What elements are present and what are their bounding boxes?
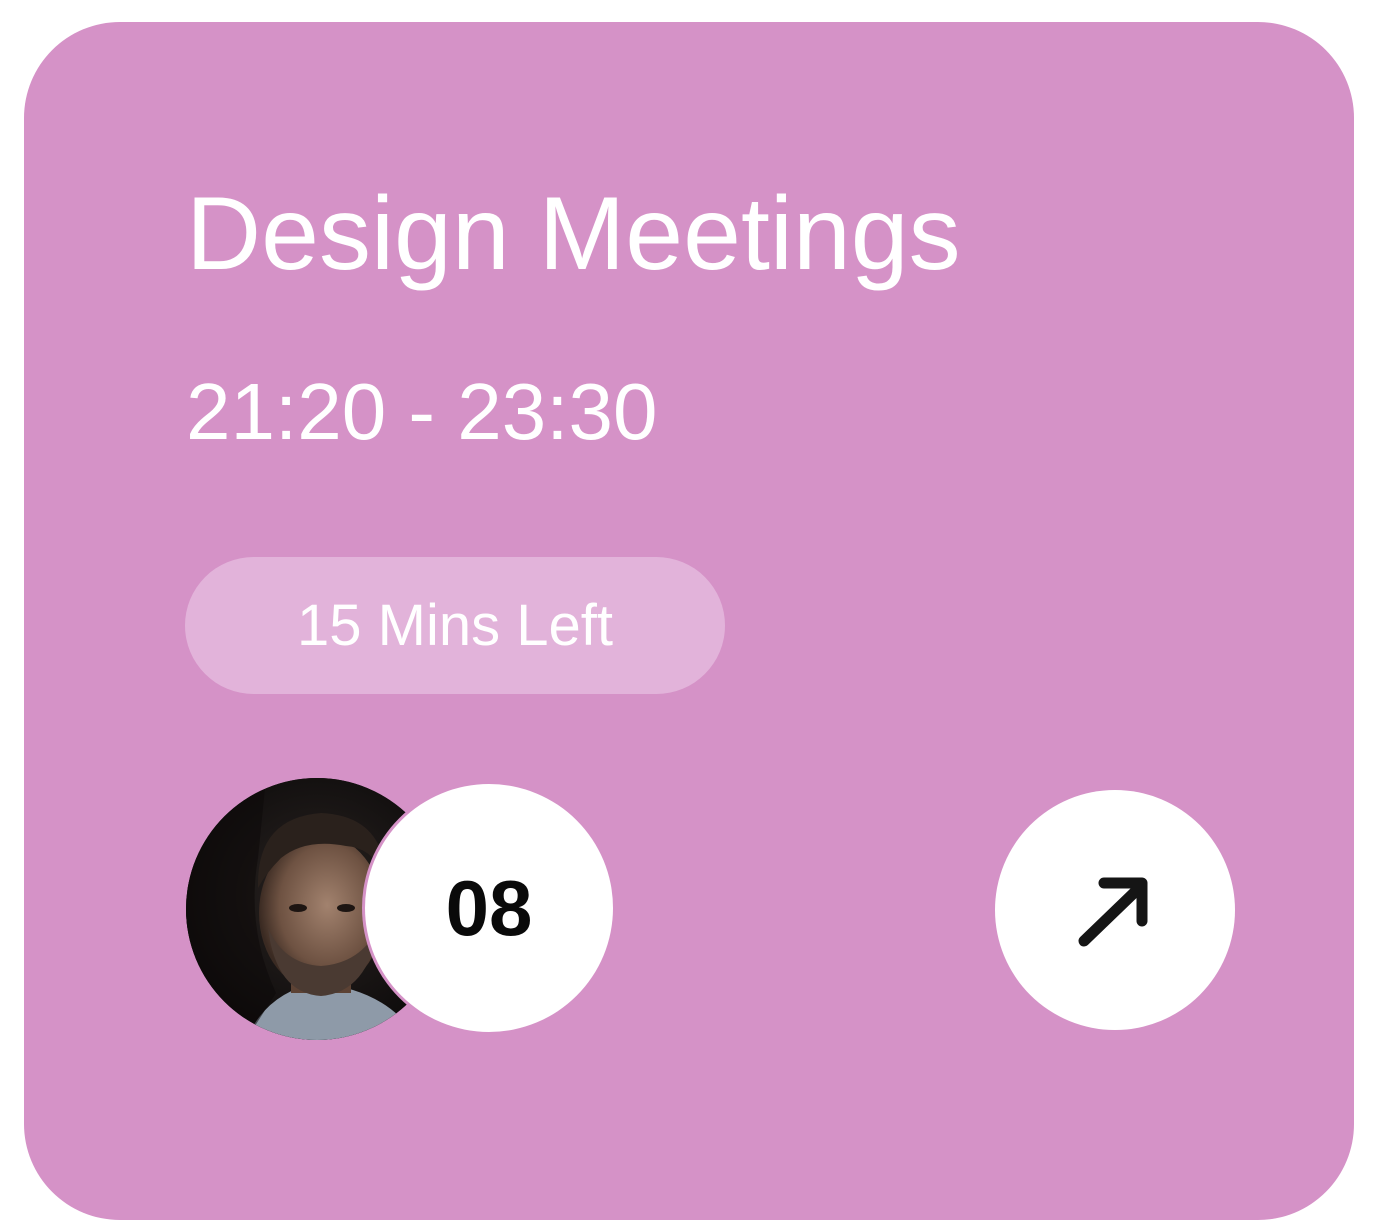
open-meeting-button[interactable] — [995, 790, 1235, 1030]
meeting-title: Design Meetings — [186, 176, 961, 292]
meeting-time-range: 21:20 - 23:30 — [186, 367, 658, 456]
meeting-card[interactable]: Design Meetings 21:20 - 23:30 15 Mins Le… — [24, 22, 1354, 1220]
time-left-badge: 15 Mins Left — [185, 557, 725, 694]
arrow-up-right-icon — [1078, 877, 1148, 947]
participants-count: 08 — [365, 784, 613, 1032]
